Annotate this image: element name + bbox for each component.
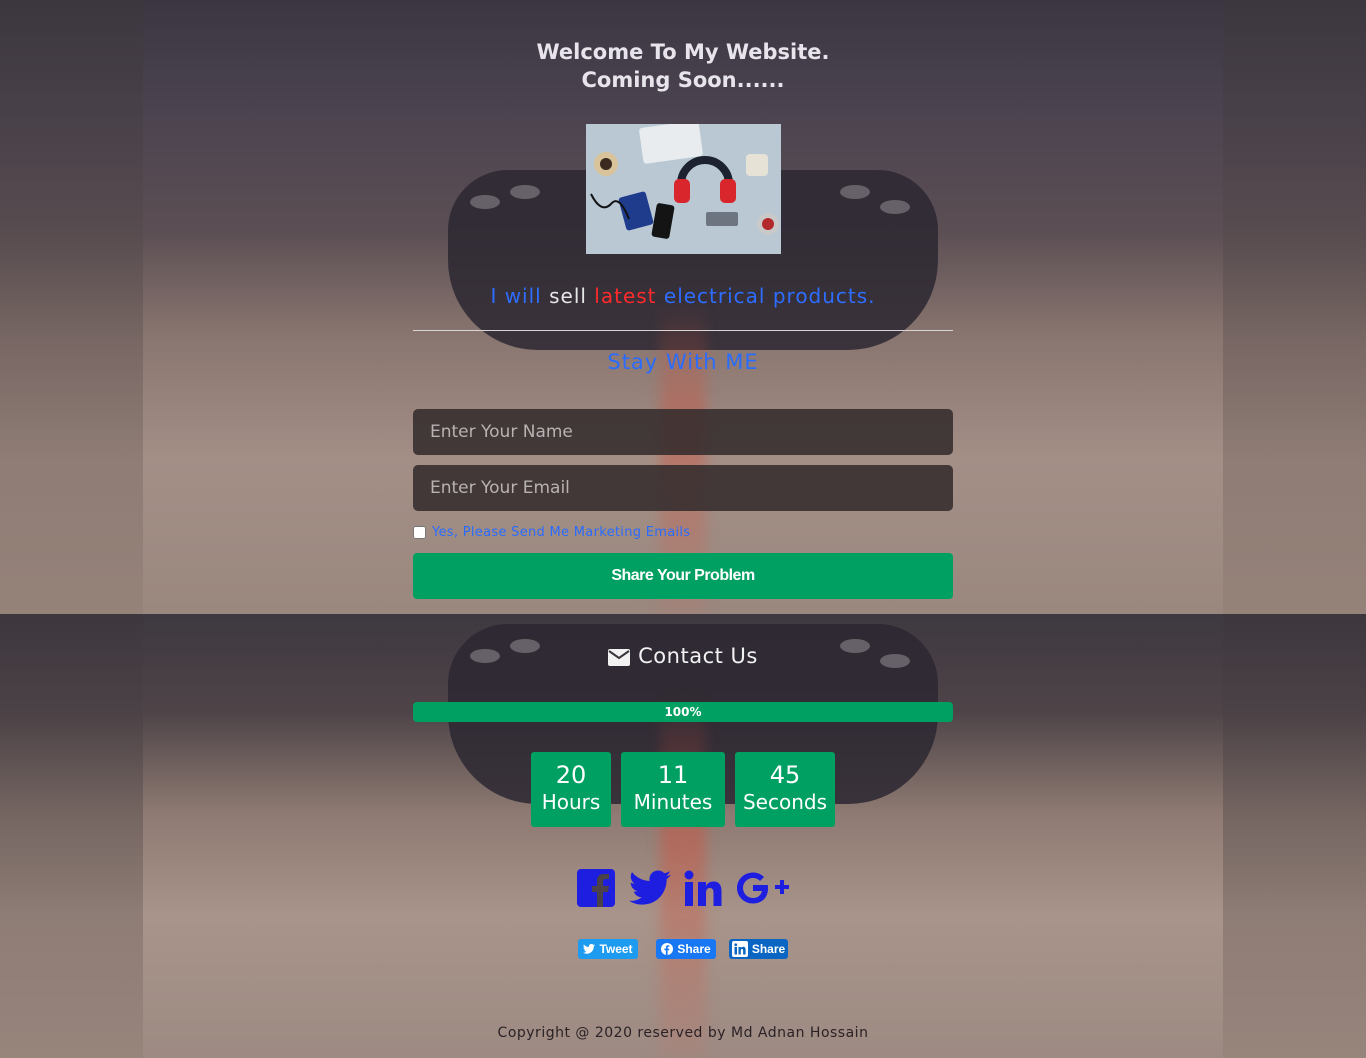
countdown-seconds-value: 45	[769, 761, 801, 789]
contact-us-label: Contact Us	[638, 644, 758, 668]
marketing-checkbox[interactable]	[413, 526, 426, 539]
linkedin-icon	[731, 941, 748, 957]
countdown-hours-value: 20	[555, 761, 587, 789]
tweet-button-label: Tweet	[599, 942, 633, 956]
tagline-part-3: latest	[594, 284, 657, 308]
twitter-icon	[583, 944, 596, 954]
marketing-checkbox-label[interactable]: Yes, Please Send Me Marketing Emails	[432, 525, 690, 540]
contact-us-link[interactable]: Contact Us	[413, 644, 953, 668]
welcome-line-2: Coming Soon......	[581, 68, 785, 92]
name-input[interactable]	[413, 409, 953, 455]
tweet-button[interactable]: Tweet	[578, 939, 638, 959]
copyright-footer: Copyright @ 2020 reserved by Md Adnan Ho…	[497, 1025, 869, 1041]
linkedin-share-label: Share	[751, 942, 786, 956]
facebook-icon[interactable]	[576, 866, 616, 910]
countdown-minutes: 11 Minutes	[621, 752, 725, 827]
countdown-hours-label: Hours	[541, 790, 601, 814]
email-input[interactable]	[413, 465, 953, 511]
background-image-bottom	[0, 614, 1366, 1058]
welcome-line-1: Welcome To My Website.	[536, 40, 830, 64]
twitter-icon[interactable]	[628, 866, 672, 910]
linkedin-icon[interactable]	[683, 866, 723, 910]
share-problem-button[interactable]: Share Your Problem	[413, 553, 953, 599]
tagline-part-1: I will	[490, 284, 542, 308]
google-plus-icon[interactable]	[735, 866, 791, 910]
stay-heading: Stay With ME	[607, 350, 759, 374]
countdown-hours: 20 Hours	[531, 752, 611, 827]
hero-product-image	[586, 124, 781, 254]
linkedin-share-button[interactable]: Share	[729, 939, 788, 959]
facebook-share-label: Share	[677, 942, 711, 956]
envelope-icon	[608, 649, 631, 666]
countdown-seconds: 45 Seconds	[735, 752, 835, 827]
welcome-heading: Welcome To My Website. Coming Soon......	[413, 38, 953, 94]
countdown-minutes-value: 11	[657, 761, 689, 789]
countdown-minutes-label: Minutes	[633, 790, 713, 814]
countdown-seconds-label: Seconds	[742, 790, 828, 814]
tagline-part-2: sell	[549, 284, 587, 308]
facebook-icon	[661, 943, 674, 955]
divider	[413, 330, 953, 331]
facebook-share-button[interactable]: Share	[656, 939, 716, 959]
progress-bar: 100%	[413, 702, 953, 722]
tagline-part-4: electrical products.	[663, 284, 876, 308]
tagline: I will sell latest electrical products.	[413, 284, 953, 308]
progress-bar-fill: 100%	[413, 702, 953, 722]
